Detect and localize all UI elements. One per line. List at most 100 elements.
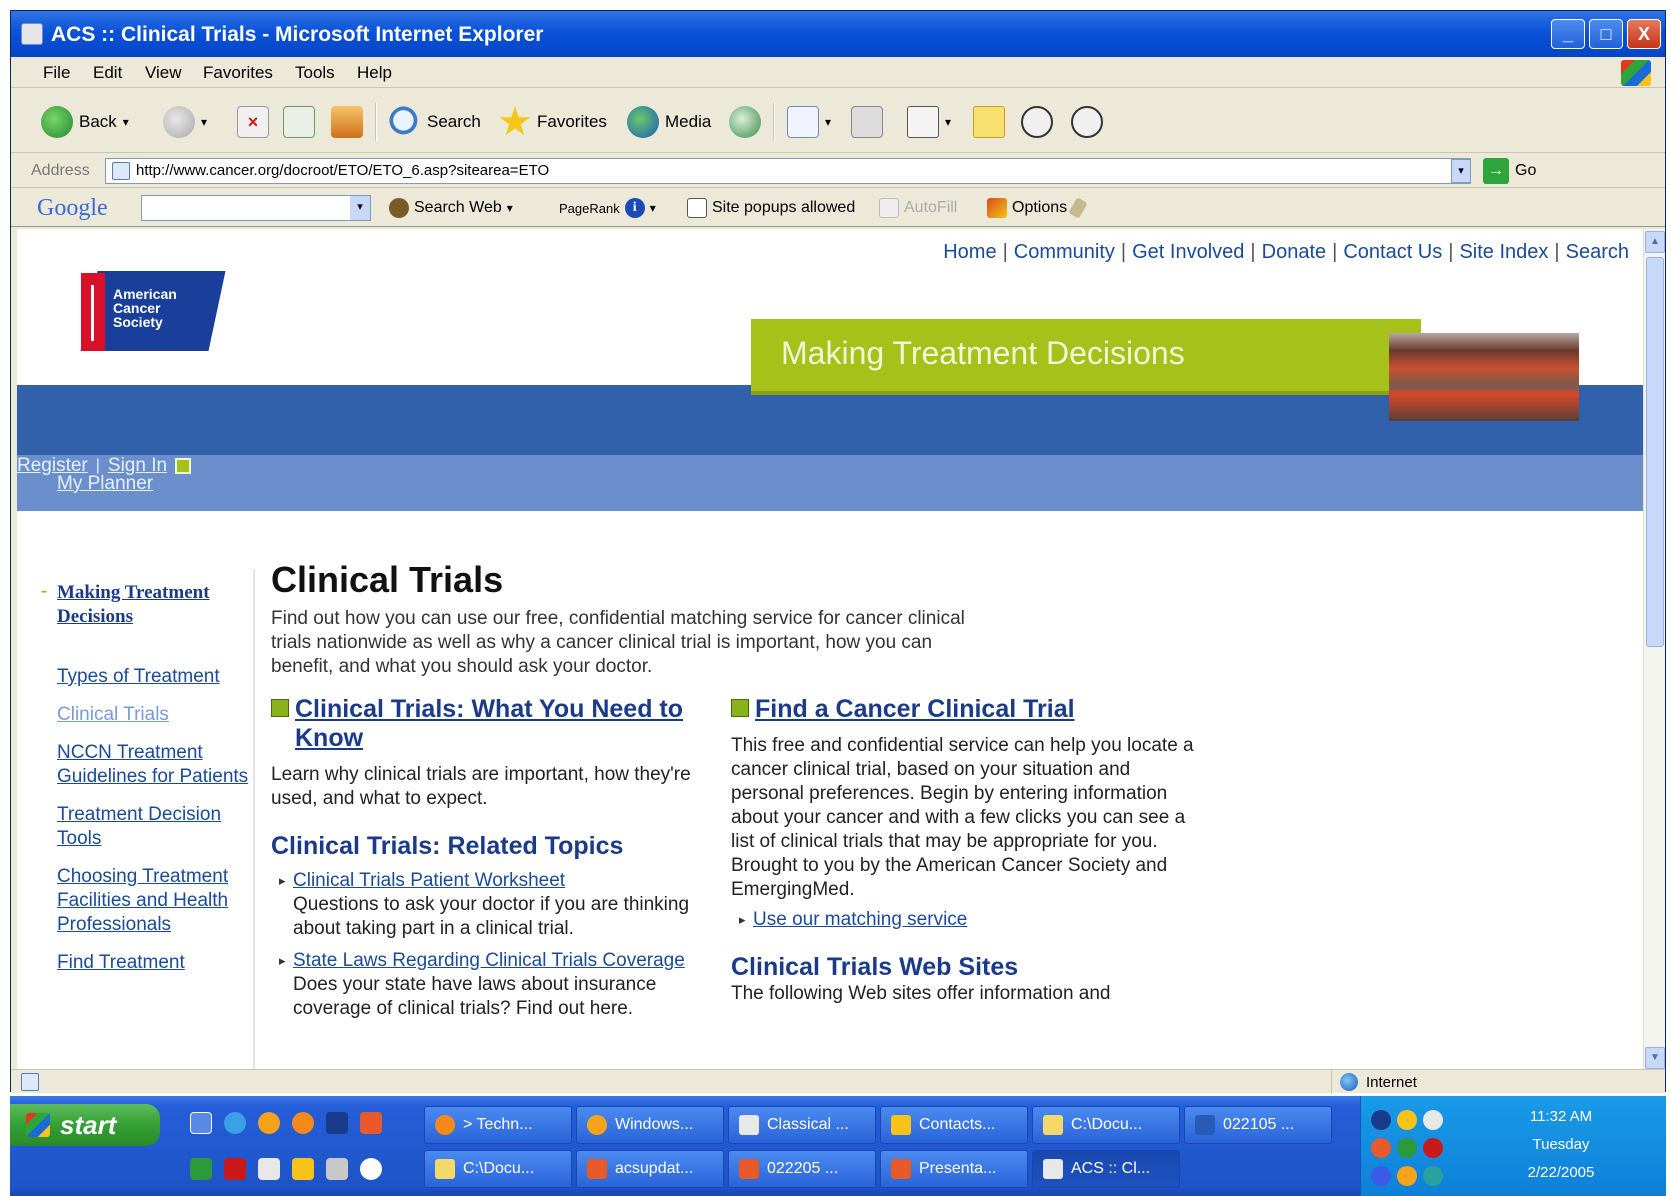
printer-quicklaunch-icon[interactable] [326, 1158, 348, 1180]
aim-button[interactable] [1071, 105, 1103, 139]
start-button[interactable]: start [10, 1104, 160, 1146]
task-button-folder-2[interactable]: C:\Docu... [424, 1150, 572, 1188]
back-dropdown-icon[interactable]: ▾ [123, 115, 129, 129]
menu-edit[interactable]: Edit [93, 63, 122, 83]
tray-bluetooth-icon[interactable] [1423, 1166, 1443, 1186]
my-planner-link[interactable]: My Planner [57, 473, 153, 495]
search-web-dropdown-icon[interactable]: ▾ [507, 201, 513, 215]
menu-file[interactable]: File [43, 63, 70, 83]
aim-quicklaunch-icon[interactable] [360, 1158, 382, 1180]
edit-dropdown-icon[interactable]: ▾ [945, 115, 951, 129]
sign-in-arrow-icon[interactable] [175, 458, 192, 474]
address-input[interactable]: http://www.cancer.org/docroot/ETO/ETO_6.… [105, 158, 1471, 184]
minimize-button[interactable]: _ [1551, 19, 1585, 49]
menu-favorites[interactable]: Favorites [203, 63, 273, 83]
tray-antivirus-icon[interactable] [1423, 1138, 1443, 1158]
task-button-classical[interactable]: Classical ... [728, 1106, 876, 1144]
task-button-contacts[interactable]: Contacts... [880, 1106, 1028, 1144]
scroll-thumb[interactable] [1646, 257, 1664, 647]
favorites-button[interactable]: Favorites [499, 105, 607, 139]
contacts-quicklaunch-icon[interactable] [292, 1158, 314, 1180]
acrobat-icon[interactable] [224, 1158, 246, 1180]
pagerank-indicator[interactable]: PageRank i ▾ [559, 198, 656, 218]
media-player-icon[interactable] [258, 1112, 280, 1134]
document-icon[interactable] [258, 1158, 280, 1180]
address-dropdown-icon[interactable]: ▾ [1451, 159, 1471, 183]
forward-dropdown-icon[interactable]: ▾ [201, 115, 207, 129]
task-button-acsupdat[interactable]: acsupdat... [576, 1150, 724, 1188]
media-button[interactable]: Media [627, 105, 711, 139]
highlighter-icon[interactable] [1068, 197, 1088, 219]
task-button-folder-1[interactable]: C:\Docu... [1032, 1106, 1180, 1144]
task-button-022205[interactable]: 022205 ... [728, 1150, 876, 1188]
task-button-techn[interactable]: > Techn... [424, 1106, 572, 1144]
scroll-down-icon[interactable]: ▼ [1645, 1047, 1665, 1069]
edit-button[interactable]: ▾ [907, 105, 951, 139]
tray-network-icon[interactable] [1397, 1110, 1417, 1130]
find-trial-link[interactable]: Find a Cancer Clinical Trial [731, 695, 1201, 724]
task-button-presenta[interactable]: Presenta... [880, 1150, 1028, 1188]
top-link-community[interactable]: Community [1014, 241, 1115, 263]
tray-power-icon[interactable] [1397, 1166, 1417, 1186]
messenger-button[interactable] [1021, 105, 1053, 139]
info-dropdown-icon[interactable]: ▾ [650, 201, 656, 215]
top-link-get-involved[interactable]: Get Involved [1132, 241, 1244, 263]
forward-button[interactable]: ▾ [163, 105, 207, 139]
leftnav-item-clinical-trials[interactable]: Clinical Trials [35, 703, 265, 727]
maximize-button[interactable]: □ [1589, 19, 1623, 49]
calendar-icon[interactable] [326, 1112, 348, 1134]
search-button[interactable]: Search [389, 105, 481, 139]
mail-button[interactable]: ▾ [787, 105, 831, 139]
worksheet-link[interactable]: Clinical Trials Patient Worksheet [271, 869, 721, 893]
powerpoint-quicklaunch-icon[interactable] [360, 1112, 382, 1134]
mail-dropdown-icon[interactable]: ▾ [825, 115, 831, 129]
state-laws-link[interactable]: State Laws Regarding Clinical Trials Cov… [271, 949, 721, 973]
google-logo[interactable]: Google [37, 195, 108, 222]
need-to-know-link[interactable]: Clinical Trials: What You Need to Know [271, 695, 721, 753]
top-link-donate[interactable]: Donate [1262, 241, 1327, 263]
acs-logo[interactable]: American Cancer Society [80, 271, 226, 355]
scroll-up-icon[interactable]: ▲ [1645, 231, 1665, 253]
info-icon[interactable]: i [624, 198, 645, 218]
tray-security-icon[interactable] [1371, 1138, 1391, 1158]
menu-view[interactable]: View [145, 63, 182, 83]
task-button-022105[interactable]: 022105 ... [1184, 1106, 1332, 1144]
menu-help[interactable]: Help [357, 63, 392, 83]
top-link-home[interactable]: Home [943, 241, 996, 263]
excel-quicklaunch-icon[interactable] [190, 1158, 212, 1180]
title-bar[interactable]: ACS :: Clinical Trials - Microsoft Inter… [11, 11, 1665, 57]
leftnav-item-nccn-guidelines[interactable]: NCCN Treatment Guidelines for Patients [35, 741, 265, 789]
task-button-acs-clinical[interactable]: ACS :: Cl... [1032, 1150, 1180, 1188]
vertical-scrollbar[interactable]: ▲ ▼ [1643, 229, 1665, 1071]
history-button[interactable] [729, 105, 761, 139]
options-button[interactable]: Options [987, 197, 1088, 219]
task-button-windows[interactable]: Windows... [576, 1106, 724, 1144]
top-link-site-index[interactable]: Site Index [1459, 241, 1548, 263]
google-dropdown-icon[interactable]: ▾ [350, 196, 370, 220]
print-button[interactable] [851, 105, 883, 139]
search-web-button[interactable]: Search Web ▾ [389, 198, 513, 218]
autofill-button[interactable]: AutoFill [879, 198, 957, 218]
menu-tools[interactable]: Tools [295, 63, 335, 83]
stop-button[interactable]: × [237, 105, 269, 139]
back-button[interactable]: Back ▾ [41, 105, 129, 139]
ie-quicklaunch-icon[interactable] [224, 1112, 246, 1134]
top-link-search[interactable]: Search [1566, 241, 1629, 263]
matching-service-link[interactable]: Use our matching service [731, 908, 1201, 932]
top-link-contact-us[interactable]: Contact Us [1343, 241, 1442, 263]
firefox-icon[interactable] [292, 1112, 314, 1134]
tray-sound-icon[interactable] [1371, 1110, 1391, 1130]
google-search-input[interactable]: ▾ [141, 195, 371, 221]
go-button[interactable]: → Go [1483, 158, 1536, 184]
tray-messenger-icon[interactable] [1371, 1166, 1391, 1186]
notes-button[interactable] [973, 105, 1005, 139]
tray-mail-icon[interactable] [1423, 1110, 1443, 1130]
clock-time[interactable]: 11:32 AM [1461, 1108, 1661, 1125]
tray-update-icon[interactable] [1397, 1138, 1417, 1158]
leftnav-item-decision-tools[interactable]: Treatment Decision Tools [35, 803, 265, 851]
popup-blocker-button[interactable]: Site popups allowed [687, 198, 855, 218]
leftnav-section-title[interactable]: Making Treatment Decisions [35, 579, 265, 629]
leftnav-item-types-of-treatment[interactable]: Types of Treatment [35, 665, 265, 689]
close-button[interactable]: X [1627, 19, 1661, 49]
refresh-button[interactable] [283, 105, 315, 139]
